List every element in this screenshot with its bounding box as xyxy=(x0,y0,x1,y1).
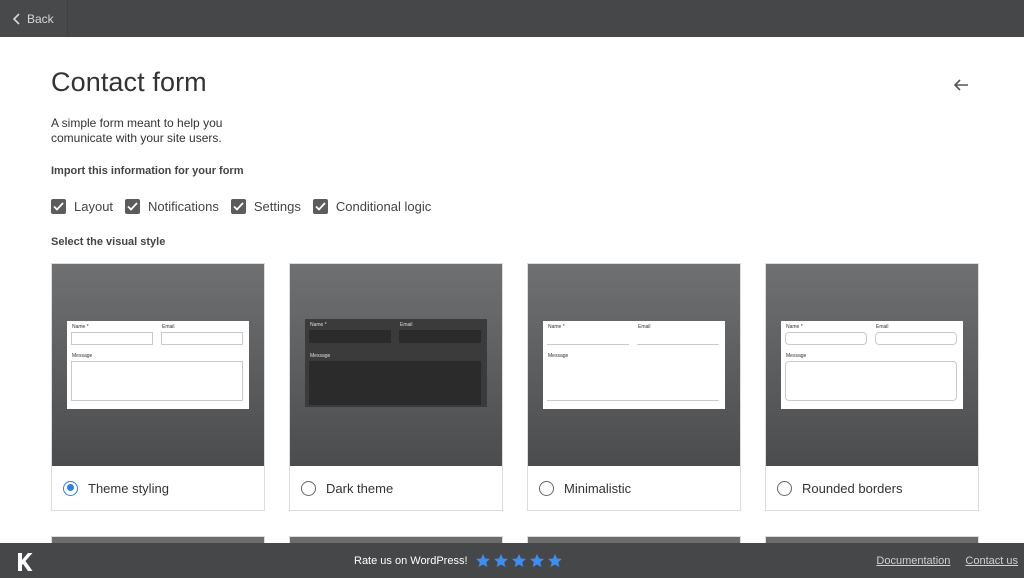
preview-name-field xyxy=(309,330,391,343)
style-option[interactable]: Rounded borders xyxy=(766,466,978,510)
style-card-dark-theme[interactable]: Name * Email Message Dark theme xyxy=(289,263,503,511)
form-preview: Name * Email Message xyxy=(781,321,963,409)
checkbox-label: Notifications xyxy=(148,199,219,214)
style-option[interactable]: Theme styling xyxy=(52,466,264,510)
radio-unselected-icon[interactable] xyxy=(301,480,316,496)
checkbox-notifications[interactable]: Notifications xyxy=(125,199,219,214)
style-card-partial[interactable] xyxy=(51,536,265,543)
checkbox-checked-icon xyxy=(312,199,328,214)
preview-name-field xyxy=(71,332,153,345)
style-option-label: Rounded borders xyxy=(802,480,903,496)
style-preview: Name * Email Message xyxy=(290,264,502,466)
page-title: Contact form xyxy=(51,67,207,97)
form-preview: Name * Email Message xyxy=(543,321,725,409)
chevron-left-icon xyxy=(13,12,20,25)
preview-message-label: Message xyxy=(72,353,93,359)
style-option[interactable]: Minimalistic xyxy=(528,466,740,510)
radio-unselected-icon[interactable] xyxy=(777,480,792,496)
arrow-left-icon[interactable] xyxy=(952,77,970,93)
preview-name-label: Name * xyxy=(310,322,327,328)
form-preview: Name * Email Message xyxy=(67,321,249,409)
back-button[interactable]: Back xyxy=(0,0,68,37)
checkbox-checked-icon xyxy=(230,199,246,214)
star-rating[interactable] xyxy=(475,553,565,569)
style-heading: Select the visual style xyxy=(51,236,166,248)
style-option-label: Theme styling xyxy=(88,480,169,496)
style-card-rounded-borders[interactable]: Name * Email Message Rounded borders xyxy=(765,263,979,511)
preview-message-field xyxy=(309,361,481,405)
style-card-partial[interactable] xyxy=(289,536,503,543)
radio-unselected-icon[interactable] xyxy=(539,480,554,496)
preview-message-field xyxy=(785,361,957,401)
preview-name-field xyxy=(547,332,629,345)
star-icon[interactable] xyxy=(511,553,527,569)
import-heading: Import this information for your form xyxy=(51,165,244,177)
documentation-link[interactable]: Documentation xyxy=(876,555,950,567)
footer-links: Documentation Contact us xyxy=(861,543,1018,578)
style-card-partial[interactable] xyxy=(765,536,979,543)
preview-email-label: Email xyxy=(162,324,175,330)
import-options: Layout Notifications Settings Conditiona… xyxy=(51,199,443,214)
preview-message-field xyxy=(71,361,243,401)
contact-us-link[interactable]: Contact us xyxy=(965,555,1018,567)
rate-label: Rate us on WordPress! xyxy=(354,554,468,567)
style-preview: Name * Email Message xyxy=(766,264,978,466)
preview-email-field xyxy=(161,332,243,345)
checkbox-conditional-logic[interactable]: Conditional logic xyxy=(312,199,432,214)
style-preview: Name * Email Message xyxy=(528,264,740,466)
checkbox-checked-icon xyxy=(125,199,141,214)
style-option[interactable]: Dark theme xyxy=(290,466,502,510)
style-card-theme-styling[interactable]: Name * Email Message Theme styling xyxy=(51,263,265,511)
star-icon[interactable] xyxy=(475,553,491,569)
radio-selected-icon[interactable] xyxy=(63,480,78,496)
footer-bar: Rate us on WordPress! Documentation Cont… xyxy=(0,543,1024,578)
style-option-label: Minimalistic xyxy=(564,480,632,496)
style-card-minimalistic[interactable]: Name * Email Message Minimalistic xyxy=(527,263,741,511)
star-icon[interactable] xyxy=(493,553,509,569)
preview-name-label: Name * xyxy=(548,324,565,330)
preview-email-field xyxy=(875,332,957,345)
preview-message-label: Message xyxy=(786,353,807,359)
style-option-label: Dark theme xyxy=(326,480,394,496)
preview-name-label: Name * xyxy=(786,324,803,330)
checkbox-label: Layout xyxy=(74,199,114,214)
preview-email-field xyxy=(399,330,481,343)
style-preview: Name * Email Message xyxy=(52,264,264,466)
form-description: A simple form meant to help you comunica… xyxy=(51,116,223,145)
top-bar: Back xyxy=(0,0,1024,37)
preview-email-label: Email xyxy=(638,324,651,330)
checkbox-label: Conditional logic xyxy=(335,199,432,214)
form-preview: Name * Email Message xyxy=(305,319,487,407)
star-icon[interactable] xyxy=(529,553,545,569)
star-icon[interactable] xyxy=(547,553,563,569)
preview-name-field xyxy=(785,332,867,345)
preview-message-label: Message xyxy=(548,353,569,359)
style-card-partial[interactable] xyxy=(527,536,741,543)
preview-email-field xyxy=(637,332,719,345)
back-label: Back xyxy=(27,11,54,26)
preview-message-label: Message xyxy=(310,353,331,359)
checkbox-checked-icon xyxy=(51,199,66,214)
preview-name-label: Name * xyxy=(72,324,89,330)
k-logo-icon xyxy=(18,553,33,571)
checkbox-layout[interactable]: Layout xyxy=(51,199,113,214)
main-panel: Contact form A simple form meant to help… xyxy=(0,37,1024,543)
preview-message-field xyxy=(547,361,719,401)
checkbox-label: Settings xyxy=(253,199,301,214)
checkbox-settings[interactable]: Settings xyxy=(230,199,301,214)
rate-us: Rate us on WordPress! xyxy=(354,543,565,578)
preview-email-label: Email xyxy=(400,322,413,328)
preview-email-label: Email xyxy=(876,324,889,330)
